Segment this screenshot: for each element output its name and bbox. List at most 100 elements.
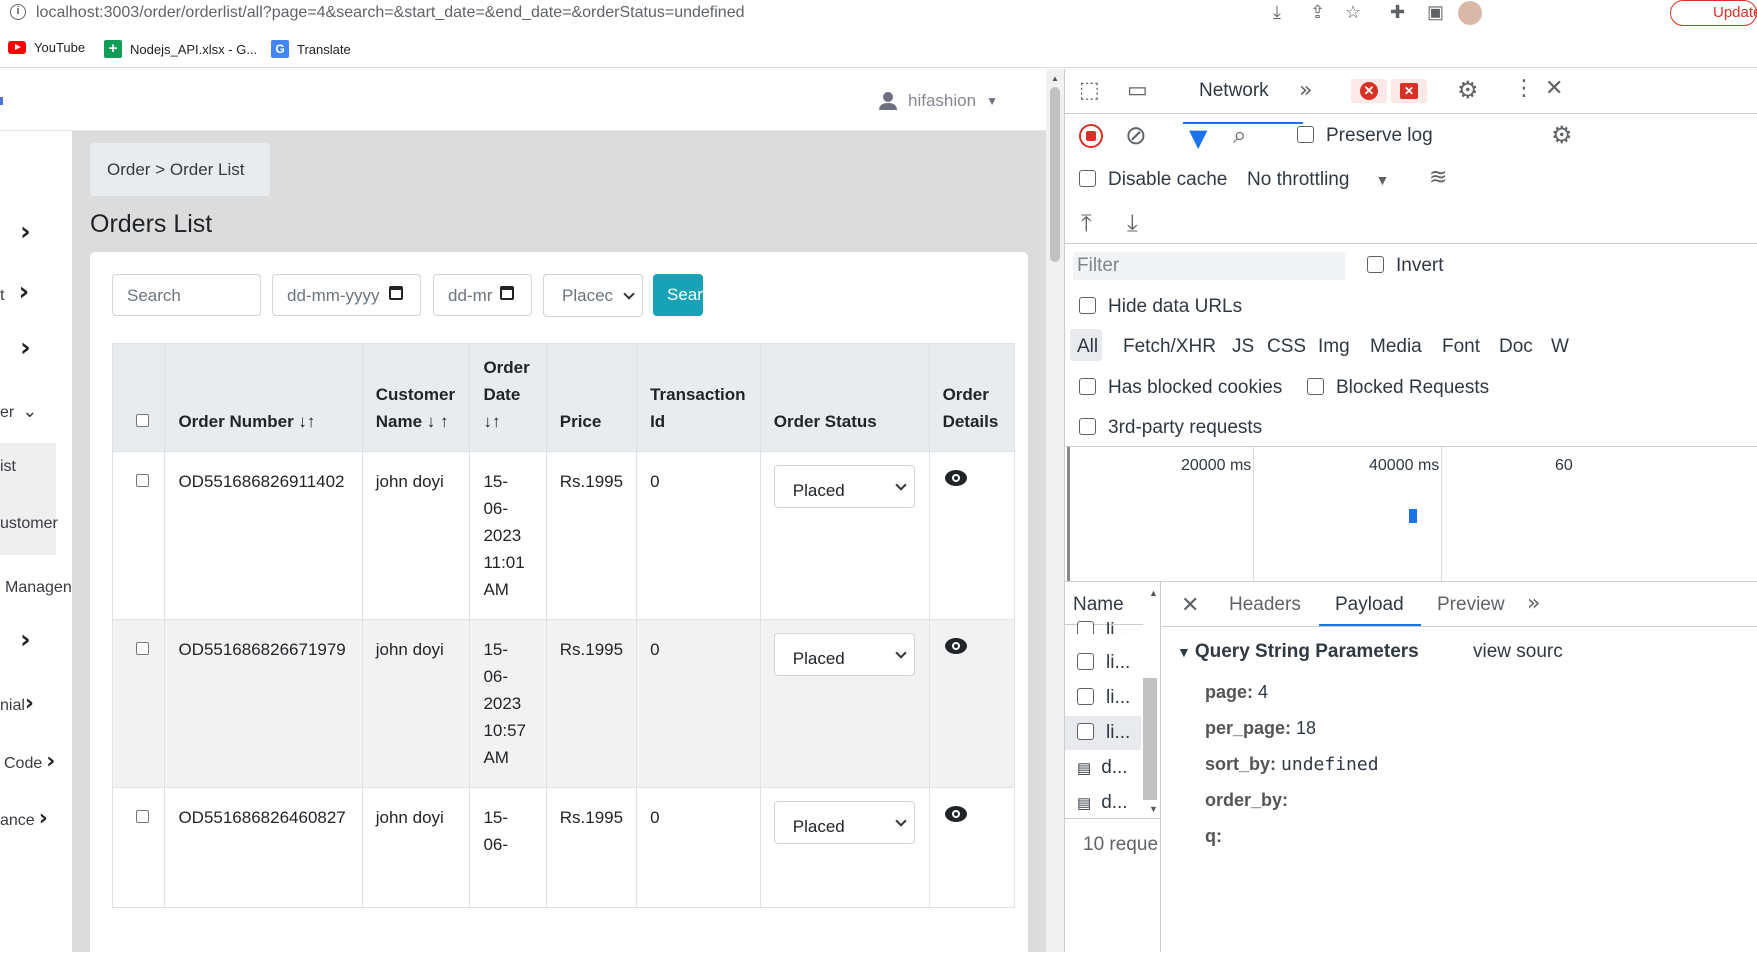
network-settings-icon[interactable]: ⚙: [1551, 121, 1573, 149]
type-filter-font[interactable]: Font: [1442, 336, 1480, 358]
select-all-checkbox[interactable]: [136, 414, 149, 427]
error-badge[interactable]: ✕: [1351, 79, 1387, 103]
more-options-icon[interactable]: ⋮: [1513, 76, 1535, 101]
sidebar-subitem-customer[interactable]: ustomer: [0, 515, 58, 533]
bookmark-sheets[interactable]: + Nodejs_API.xlsx - G...: [104, 40, 257, 58]
order-status-select[interactable]: Placed: [773, 801, 915, 844]
sidebar-item-testimonial[interactable]: nial›: [0, 691, 34, 716]
type-filter-css[interactable]: CSS: [1267, 336, 1306, 358]
scroll-down-arrow-icon[interactable]: ▼: [1149, 804, 1158, 814]
header-customer-name[interactable]: Customer Name ↓ ↑: [361, 343, 471, 452]
tab-payload[interactable]: Payload: [1335, 594, 1404, 616]
order-status-select[interactable]: Placed: [773, 465, 915, 508]
type-filter-fetch[interactable]: Fetch/XHR: [1123, 336, 1216, 358]
header-order-number[interactable]: Order Number ↓↑: [164, 343, 363, 452]
tab-preview[interactable]: Preview: [1437, 594, 1505, 616]
tab-headers[interactable]: Headers: [1229, 594, 1301, 616]
sidebar-item-code[interactable]: Code ›: [4, 749, 55, 774]
tab-network[interactable]: Network: [1199, 80, 1269, 102]
issues-badge[interactable]: ✕: [1391, 79, 1427, 103]
invert-checkbox[interactable]: Invert: [1367, 255, 1444, 277]
filter-funnel-icon[interactable]: ▼: [1189, 124, 1207, 152]
profile-avatar[interactable]: [1458, 1, 1482, 25]
export-har-icon[interactable]: ⤓: [1127, 209, 1138, 237]
side-panel-icon[interactable]: ▣: [1427, 2, 1444, 23]
scroll-up-arrow-icon[interactable]: ▲: [1149, 588, 1158, 598]
order-status-select[interactable]: Placed: [773, 633, 915, 676]
site-info-icon[interactable]: i: [10, 4, 26, 20]
scroll-up-arrow-icon[interactable]: ▲: [1051, 74, 1059, 83]
disable-cache-checkbox[interactable]: Disable cache: [1079, 169, 1227, 191]
type-filter-img[interactable]: Img: [1318, 336, 1350, 358]
type-filter-media[interactable]: Media: [1370, 336, 1422, 358]
close-details-icon[interactable]: ✕: [1181, 593, 1199, 618]
preserve-log-checkbox[interactable]: Preserve log: [1297, 125, 1433, 147]
eye-icon[interactable]: [944, 806, 967, 822]
request-row-selected[interactable]: li...: [1077, 722, 1130, 744]
sidebar-subitem-order-list[interactable]: ist: [0, 458, 16, 476]
blocked-cookies-checkbox[interactable]: Has blocked cookies: [1079, 377, 1282, 399]
clear-icon[interactable]: ⊘: [1125, 121, 1147, 151]
extensions-icon[interactable]: ✚: [1390, 2, 1405, 23]
sidebar-item-finance[interactable]: ance ›: [0, 806, 48, 831]
sidebar-item-1[interactable]: ›: [20, 217, 31, 247]
bookmark-youtube[interactable]: YouTube: [8, 40, 85, 55]
device-toolbar-icon[interactable]: ▭: [1127, 78, 1148, 103]
view-source-link[interactable]: view sourc: [1473, 641, 1563, 663]
network-conditions-icon[interactable]: ≋: [1429, 165, 1447, 190]
column-header-name[interactable]: Name: [1073, 594, 1124, 616]
type-filter-ws[interactable]: W: [1551, 336, 1569, 358]
request-row[interactable]: li...: [1077, 652, 1130, 674]
user-menu[interactable]: hifashion ▼: [878, 91, 998, 111]
hide-data-urls-checkbox[interactable]: Hide data URLs: [1079, 296, 1242, 318]
bookmark-translate[interactable]: G Translate: [271, 40, 351, 58]
install-app-icon[interactable]: ⤓: [1273, 2, 1281, 23]
calendar-icon[interactable]: [500, 286, 514, 300]
page-scrollbar-thumb[interactable]: [1050, 87, 1060, 262]
more-tabs-icon[interactable]: »: [1527, 591, 1540, 616]
row-checkbox[interactable]: [136, 474, 149, 487]
request-row[interactable]: li...: [1077, 687, 1130, 709]
third-party-checkbox[interactable]: 3rd-party requests: [1079, 417, 1262, 439]
inspect-element-icon[interactable]: ⬚: [1079, 78, 1100, 103]
row-checkbox[interactable]: [136, 810, 149, 823]
sidebar-item-management[interactable]: Managen: [5, 579, 72, 597]
request-row[interactable]: ▤ d...: [1077, 757, 1128, 779]
search-button[interactable]: Sear: [653, 274, 703, 316]
requests-scrollbar-thumb[interactable]: [1143, 678, 1157, 800]
settings-gear-icon[interactable]: ⚙: [1457, 76, 1479, 104]
more-tabs-icon[interactable]: »: [1299, 78, 1312, 103]
request-row-partial[interactable]: li...: [1077, 620, 1130, 634]
breadcrumb-parent[interactable]: Order: [107, 160, 150, 179]
row-checkbox[interactable]: [136, 642, 149, 655]
end-date-input[interactable]: dd-mr: [433, 274, 532, 316]
type-filter-all[interactable]: All: [1077, 336, 1098, 358]
sidebar-item-3[interactable]: ›: [20, 333, 31, 363]
sidebar-item-8[interactable]: ›: [20, 625, 31, 655]
type-filter-doc[interactable]: Doc: [1499, 336, 1533, 358]
update-button[interactable]: Update: [1670, 0, 1757, 26]
share-icon[interactable]: ⇪: [1310, 2, 1325, 23]
eye-icon[interactable]: [944, 470, 967, 486]
search-icon[interactable]: ⌕: [1233, 121, 1246, 149]
address-field[interactable]: localhost:3003/order/orderlist/all?page=…: [36, 4, 745, 22]
type-filter-js[interactable]: JS: [1232, 336, 1254, 358]
sidebar-item-order[interactable]: er ⌄: [0, 401, 37, 422]
import-har-icon[interactable]: ⤒: [1081, 209, 1092, 237]
close-devtools-icon[interactable]: ✕: [1545, 76, 1563, 101]
blocked-requests-checkbox[interactable]: Blocked Requests: [1307, 377, 1489, 399]
eye-icon[interactable]: [944, 638, 967, 654]
throttling-select[interactable]: No throttling ▼: [1247, 169, 1389, 191]
page-scrollbar[interactable]: ▲: [1046, 69, 1064, 952]
header-order-date[interactable]: Order Date ↓↑: [469, 343, 547, 452]
bookmark-star-icon[interactable]: ☆: [1345, 2, 1361, 23]
search-input[interactable]: Search: [112, 274, 261, 316]
filter-input[interactable]: Filter: [1073, 252, 1345, 280]
start-date-input[interactable]: dd-mm-yyyy: [272, 274, 421, 316]
record-stop-icon[interactable]: [1079, 124, 1103, 148]
calendar-icon[interactable]: [389, 286, 403, 300]
request-row[interactable]: ▤ d...: [1077, 792, 1128, 814]
status-filter-select[interactable]: Placec: [543, 274, 643, 317]
sidebar-item-2[interactable]: t ›: [0, 277, 29, 307]
query-params-section[interactable]: ▼ Query String Parameters: [1177, 641, 1419, 663]
